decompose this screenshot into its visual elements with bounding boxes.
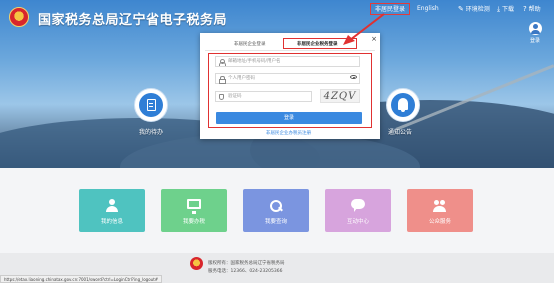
user-icon [105, 199, 119, 213]
search-icon [269, 199, 283, 213]
monitor-icon [187, 199, 201, 214]
notice-button[interactable] [386, 88, 420, 122]
card-label: 互动中心 [346, 219, 369, 225]
download-link[interactable]: ⤓ 下载 [497, 3, 514, 15]
register-link[interactable]: 非居民企业办税员注册 [266, 130, 311, 136]
tab-enterprise-login[interactable]: 非居民企业登录 [234, 41, 266, 47]
download-label: 下载 [502, 6, 515, 13]
footer-phone: 服务电话：12366、024-23205366 [208, 269, 283, 274]
tax-emblem-logo [9, 7, 29, 27]
download-icon: ⤓ [497, 5, 501, 13]
card-label: 我的信息 [100, 219, 123, 225]
bell-icon [398, 98, 408, 112]
wrench-icon: ✎ [458, 5, 464, 13]
card-public-service[interactable]: 公众服务 [407, 189, 473, 232]
chat-icon [351, 199, 365, 212]
todo-icon-bg [139, 93, 163, 117]
user-login-label: 登录 [529, 38, 540, 44]
english-link[interactable]: English [417, 3, 439, 15]
env-check-link[interactable]: ✎ 环境检测 [458, 3, 490, 15]
env-check-label: 环境检测 [465, 6, 490, 13]
card-label: 我要办税 [182, 219, 205, 225]
user-login-button[interactable]: 登录 [524, 22, 546, 44]
card-label: 我要查询 [264, 219, 287, 225]
card-interaction[interactable]: 互动中心 [325, 189, 391, 232]
user-avatar-icon [528, 22, 542, 35]
help-link[interactable]: ? 帮助 [523, 3, 541, 15]
highlight-box-tab [283, 38, 357, 49]
close-icon[interactable]: × [370, 35, 378, 43]
my-todo-label: 我的待办 [139, 129, 164, 136]
my-todo-button[interactable] [134, 88, 168, 122]
notice-icon-bg [391, 93, 415, 117]
help-label: 帮助 [528, 6, 541, 13]
tab-divider [205, 50, 375, 51]
highlight-box-form [208, 53, 372, 128]
footer-copyright: 版权所有：国家税务总局辽宁省税务局 [208, 261, 285, 266]
help-icon: ? [523, 5, 527, 13]
footer-emblem-logo [190, 257, 203, 270]
site-title: 国家税务总局辽宁省电子税务局 [38, 13, 228, 28]
card-label: 公众服务 [428, 219, 451, 225]
people-icon [433, 199, 447, 213]
card-query[interactable]: 我要查询 [243, 189, 309, 232]
card-do-tax[interactable]: 我要办税 [161, 189, 227, 232]
document-icon [147, 99, 156, 111]
notice-label: 通知公告 [388, 129, 413, 136]
card-my-info[interactable]: 我的信息 [79, 189, 145, 232]
nonresident-login-link[interactable]: 非居民登录 [370, 3, 410, 15]
status-bar-url: https://etax.liaoning.chinatax.gov.cn:70… [0, 275, 163, 283]
